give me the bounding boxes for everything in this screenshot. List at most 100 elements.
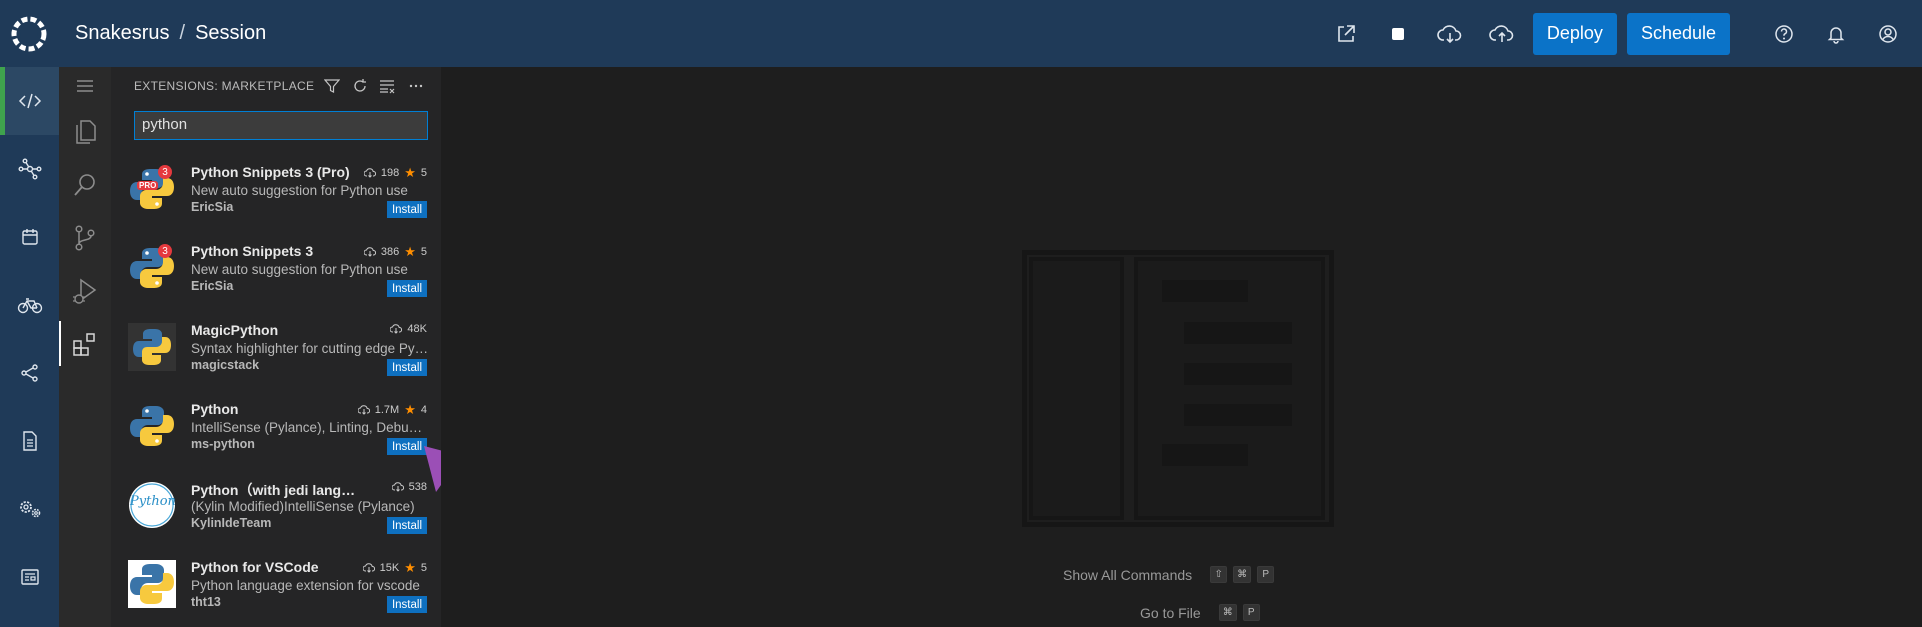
activity-source-control[interactable] bbox=[59, 211, 111, 264]
activity-run-debug[interactable] bbox=[59, 264, 111, 317]
extension-description: New auto suggestion for Python use bbox=[191, 183, 408, 198]
shortcut-key: P bbox=[1257, 566, 1275, 583]
breadcrumb-session[interactable]: Session bbox=[195, 22, 266, 45]
code-icon bbox=[18, 93, 41, 109]
app-logo[interactable] bbox=[0, 0, 58, 67]
search-icon bbox=[74, 173, 95, 196]
breadcrumb-project[interactable]: Snakesrus bbox=[75, 22, 170, 45]
extension-publisher[interactable]: ms-python bbox=[191, 437, 255, 451]
extension-description: (Kylin Modified)IntelliSense (Pylance) bbox=[191, 499, 415, 514]
app-rail bbox=[0, 67, 59, 627]
shortcut-key: ⇧ bbox=[1210, 566, 1228, 583]
activity-extensions[interactable] bbox=[59, 317, 111, 370]
filter-button[interactable] bbox=[321, 75, 343, 97]
extensions-panel: EXTENSIONS: MARKETPLACE python 3 PRO Pyt… bbox=[111, 67, 441, 627]
more-actions-button[interactable] bbox=[405, 75, 427, 97]
clear-results-button[interactable] bbox=[377, 75, 399, 97]
rail-item-bike[interactable] bbox=[0, 271, 59, 339]
star-icon: ★ bbox=[404, 244, 416, 259]
list-item[interactable]: 3 Python Snippets 3 386 ★ 5 New auto sug… bbox=[111, 232, 441, 311]
extensions-list: 3 PRO Python Snippets 3 (Pro) 198 ★ 5 Ne… bbox=[111, 153, 441, 627]
extension-publisher[interactable]: magicstack bbox=[191, 358, 259, 372]
rail-item-news[interactable] bbox=[0, 543, 59, 611]
star-icon: ★ bbox=[404, 560, 416, 575]
extension-title: Python Snippets 3 bbox=[191, 243, 314, 259]
install-button[interactable]: Install bbox=[386, 201, 427, 218]
extension-title: MagicPython bbox=[191, 322, 279, 338]
rating: 5 bbox=[420, 562, 427, 574]
activity-search[interactable] bbox=[59, 158, 111, 211]
extension-publisher[interactable]: EricSia bbox=[191, 279, 233, 293]
install-button[interactable]: Install bbox=[386, 359, 427, 376]
install-button[interactable]: Install bbox=[386, 596, 427, 613]
stop-button[interactable] bbox=[1372, 0, 1424, 67]
extension-title: Python for VSCode bbox=[191, 559, 319, 575]
cloud-download-small-icon bbox=[391, 482, 404, 492]
extension-publisher[interactable]: KylinIdeTeam bbox=[191, 516, 271, 530]
cloud-download-small-icon bbox=[390, 324, 403, 334]
open-external-button[interactable] bbox=[1320, 0, 1372, 67]
rail-item-settings[interactable] bbox=[0, 475, 59, 543]
cloud-download-button[interactable] bbox=[1424, 0, 1476, 67]
share-icon bbox=[20, 364, 38, 382]
source-control-icon bbox=[75, 224, 95, 251]
shortcut-key: ⌘ bbox=[1218, 604, 1237, 621]
list-item[interactable]: MagicPython 48K Syntax highlighter for c… bbox=[111, 311, 441, 390]
cloud-upload-icon bbox=[1489, 24, 1514, 42]
refresh-button[interactable] bbox=[349, 75, 371, 97]
rail-item-share[interactable] bbox=[0, 339, 59, 407]
rail-item-code[interactable] bbox=[0, 67, 59, 135]
deploy-button[interactable]: Deploy bbox=[1532, 12, 1617, 55]
rating: 4 bbox=[420, 404, 427, 416]
help-icon bbox=[1775, 24, 1793, 43]
install-button[interactable]: Install bbox=[386, 280, 427, 297]
activity-bar bbox=[59, 67, 111, 627]
python-logo-icon: 3 PRO bbox=[128, 165, 176, 213]
clear-icon bbox=[380, 80, 395, 94]
extension-title: Python（with jedi language server） bbox=[191, 482, 359, 498]
list-item[interactable]: 3 PRO Python Snippets 3 (Pro) 198 ★ 5 Ne… bbox=[111, 153, 441, 232]
list-item[interactable]: Python for VSCode 15K ★ 5 Python languag… bbox=[111, 548, 441, 627]
document-icon bbox=[22, 431, 37, 451]
help-button[interactable] bbox=[1758, 0, 1810, 67]
cloud-upload-button[interactable] bbox=[1476, 0, 1528, 67]
network-icon bbox=[18, 158, 42, 180]
icon-text: Python bbox=[130, 494, 176, 509]
settings-gear-icon bbox=[19, 501, 40, 518]
header-actions: Deploy Schedule bbox=[1320, 0, 1922, 67]
extensions-panel-header: EXTENSIONS: MARKETPLACE bbox=[111, 67, 441, 105]
notifications-button[interactable] bbox=[1810, 0, 1862, 67]
bell-icon bbox=[1827, 26, 1845, 44]
shortcut-label: Go to File bbox=[1140, 604, 1201, 621]
magicpython-logo-icon bbox=[128, 323, 176, 371]
update-badge: 3 bbox=[158, 165, 172, 179]
extensions-search-input[interactable]: python bbox=[134, 111, 428, 140]
install-button[interactable]: Install bbox=[386, 517, 427, 534]
schedule-button[interactable]: Schedule bbox=[1626, 12, 1730, 55]
rail-item-network[interactable] bbox=[0, 135, 59, 203]
python-logo-icon bbox=[128, 402, 176, 450]
extension-publisher[interactable]: tht13 bbox=[191, 595, 221, 609]
python-jedi-logo-icon: Python bbox=[128, 481, 176, 529]
shortcut-go-to-file[interactable]: Go to File ⌘ P bbox=[1140, 604, 1260, 621]
rail-item-calendar[interactable] bbox=[0, 203, 59, 271]
download-count: 386 bbox=[380, 246, 400, 258]
breadcrumb: Snakesrus / Session bbox=[75, 22, 266, 45]
extension-stats: 198 ★ 5 bbox=[363, 165, 427, 181]
bike-icon bbox=[17, 298, 42, 314]
download-count: 15K bbox=[379, 562, 400, 574]
cloud-download-icon bbox=[1437, 24, 1462, 43]
shortcut-key: ⌘ bbox=[1233, 566, 1252, 583]
download-count: 1.7M bbox=[374, 404, 400, 416]
extension-publisher[interactable]: EricSia bbox=[191, 200, 233, 214]
stop-icon bbox=[1391, 27, 1404, 40]
list-item[interactable]: Python Python（with jedi language server）… bbox=[111, 469, 441, 548]
rail-item-document[interactable] bbox=[0, 407, 59, 475]
cloud-download-small-icon bbox=[363, 168, 376, 178]
activity-menu[interactable] bbox=[59, 67, 111, 105]
list-item[interactable]: Python 1.7M ★ 4 IntelliSense (Pylance), … bbox=[111, 390, 441, 469]
user-menu-button[interactable] bbox=[1862, 0, 1914, 67]
python-logo-icon: 3 bbox=[128, 244, 176, 292]
shortcut-show-all-commands[interactable]: Show All Commands ⇧ ⌘ P bbox=[1063, 566, 1275, 583]
activity-explorer[interactable] bbox=[59, 105, 111, 158]
